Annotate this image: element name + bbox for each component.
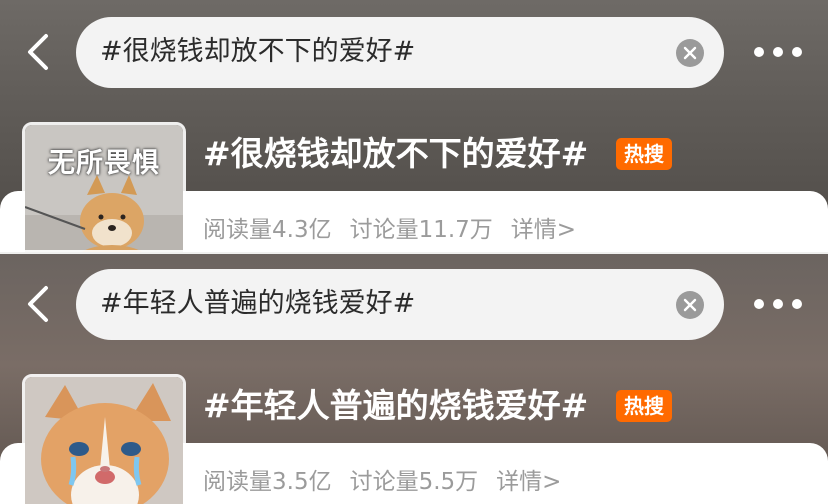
- hot-badge: 热搜: [616, 390, 672, 422]
- topic-thumbnail[interactable]: 无所畏惧: [22, 122, 186, 252]
- clear-icon[interactable]: [676, 39, 704, 67]
- details-link[interactable]: 详情>: [511, 217, 576, 243]
- search-query: #年轻人普遍的烧钱爱好#: [100, 288, 416, 319]
- more-dots-icon[interactable]: [754, 296, 804, 314]
- search-input[interactable]: #年轻人普遍的烧钱爱好#: [76, 269, 724, 340]
- details-link[interactable]: 详情>: [496, 469, 561, 495]
- hot-badge: 热搜: [616, 138, 672, 170]
- topic-stats: 阅读量4.3亿 讨论量11.7万 详情>: [203, 210, 594, 244]
- search-query: #很烧钱却放不下的爱好#: [100, 36, 416, 67]
- orange-cat-thumbnail: [25, 377, 183, 504]
- read-count: 阅读量4.3亿: [203, 217, 332, 243]
- topic-stats: 阅读量3.5亿 讨论量5.5万 详情>: [203, 462, 579, 496]
- back-icon[interactable]: [18, 22, 58, 82]
- read-count: 阅读量3.5亿: [203, 469, 332, 495]
- topic-title[interactable]: #很烧钱却放不下的爱好#: [203, 132, 588, 176]
- thumbnail-caption: 无所畏惧: [48, 148, 160, 179]
- back-icon[interactable]: [18, 274, 58, 334]
- topic-title[interactable]: #年轻人普遍的烧钱爱好#: [203, 384, 588, 428]
- search-panel-2: #年轻人普遍的烧钱爱好# #年轻人普遍的烧钱爱好# 热搜 阅读量3.5亿 讨论量5…: [0, 252, 828, 504]
- discussion-count: 讨论量11.7万: [349, 217, 493, 243]
- discussion-count: 讨论量5.5万: [349, 469, 479, 495]
- clear-icon[interactable]: [676, 291, 704, 319]
- panel-divider: [0, 250, 828, 254]
- topic-thumbnail[interactable]: [22, 374, 186, 504]
- search-panel-1: #很烧钱却放不下的爱好# 无所畏惧 #很烧钱却放不下的爱好# 热搜 阅读量4.3…: [0, 0, 828, 252]
- more-dots-icon[interactable]: [754, 44, 804, 62]
- search-input[interactable]: #很烧钱却放不下的爱好#: [76, 17, 724, 88]
